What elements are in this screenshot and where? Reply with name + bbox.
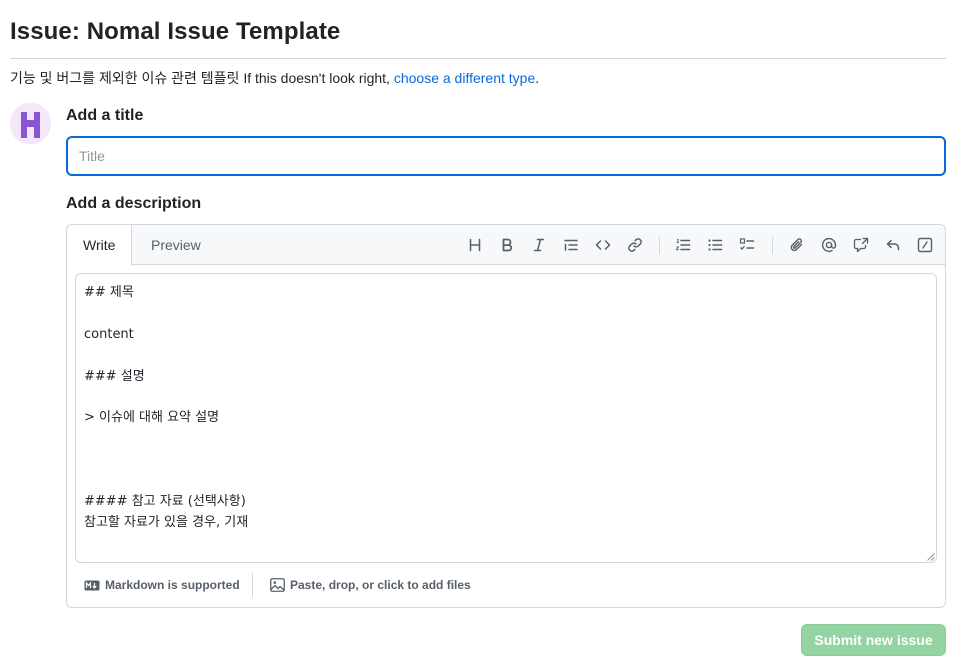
- description-textarea[interactable]: [75, 273, 937, 563]
- new-issue-page: Issue: Nomal Issue Template 기능 및 버그를 제외한…: [0, 0, 964, 669]
- description-label: Add a description: [66, 195, 202, 212]
- avatar[interactable]: [10, 103, 51, 144]
- title-divider: [10, 58, 946, 59]
- attach-icon[interactable]: [788, 236, 806, 254]
- type-prompt: If this doesn't look right,: [243, 70, 390, 86]
- markdown-support-note[interactable]: Markdown is supported: [84, 570, 240, 600]
- template-description: 기능 및 버그를 제외한 이슈 관련 템플릿: [10, 70, 240, 86]
- tab-write[interactable]: Write: [67, 225, 132, 266]
- quote-icon[interactable]: [562, 236, 580, 254]
- markdown-note-text: Markdown is supported: [105, 578, 240, 592]
- bulleted-list-icon[interactable]: [706, 236, 724, 254]
- cross-reference-icon[interactable]: [852, 236, 870, 254]
- image-icon: [270, 578, 285, 592]
- resize-handle[interactable]: [927, 553, 935, 561]
- toolbar-divider: [659, 237, 660, 254]
- attach-files-note[interactable]: Paste, drop, or click to add files: [270, 570, 471, 600]
- editor-footer: Markdown is supported Paste, drop, or cl…: [67, 570, 945, 608]
- editor-header: Write Preview: [67, 225, 945, 266]
- title-label: Add a title: [66, 107, 144, 124]
- code-icon[interactable]: [594, 236, 612, 254]
- choose-different-type-link[interactable]: choose a different type: [394, 70, 535, 86]
- numbered-list-icon[interactable]: [674, 236, 692, 254]
- prompt-end: .: [535, 70, 540, 86]
- description-editor: Write Preview ## 제목 content ### 설명 > 이슈에…: [66, 224, 946, 608]
- reply-icon[interactable]: [884, 236, 902, 254]
- heading-icon[interactable]: [466, 236, 484, 254]
- tab-preview[interactable]: Preview: [135, 225, 217, 265]
- mention-icon[interactable]: [820, 236, 838, 254]
- template-info: 기능 및 버그를 제외한 이슈 관련 템플릿 If this doesn't l…: [10, 69, 539, 87]
- markdown-icon: [84, 580, 100, 590]
- toolbar-divider: [772, 237, 773, 254]
- submit-new-issue-button[interactable]: Submit new issue: [801, 624, 946, 656]
- task-list-icon[interactable]: [738, 236, 756, 254]
- title-input[interactable]: [66, 136, 946, 176]
- page-title: Issue: Nomal Issue Template: [10, 18, 341, 45]
- link-icon[interactable]: [626, 236, 644, 254]
- italic-icon[interactable]: [530, 236, 548, 254]
- slash-command-icon[interactable]: [916, 236, 934, 254]
- bold-icon[interactable]: [498, 236, 516, 254]
- footer-divider: [252, 573, 253, 597]
- attach-note-text: Paste, drop, or click to add files: [290, 578, 471, 592]
- avatar-identicon: [10, 103, 51, 144]
